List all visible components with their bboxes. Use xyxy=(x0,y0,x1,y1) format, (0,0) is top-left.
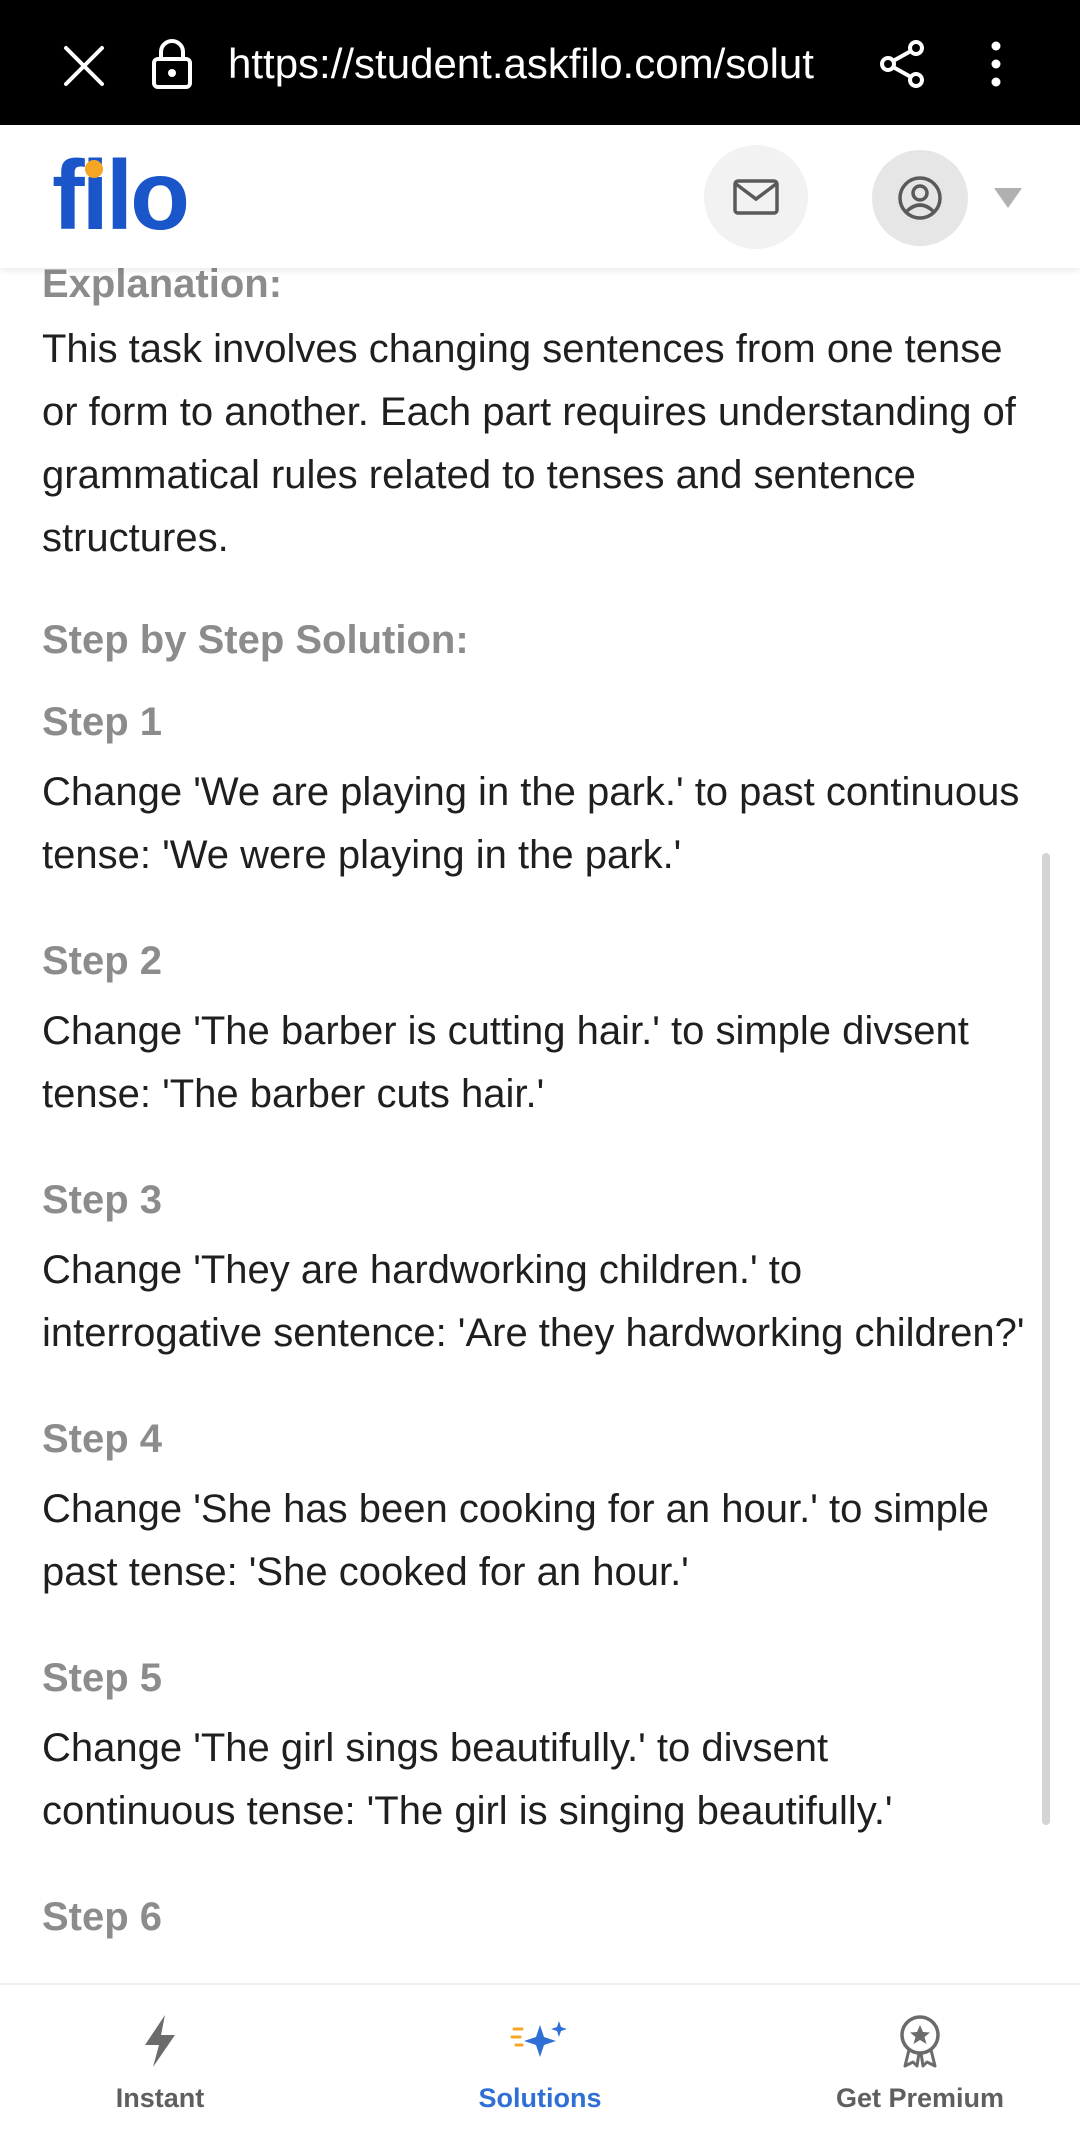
share-icon[interactable] xyxy=(876,38,928,90)
sparkles-icon xyxy=(510,2011,570,2071)
nav-solutions[interactable]: Solutions xyxy=(460,1985,620,2131)
nav-instant[interactable]: Instant xyxy=(80,1985,240,2131)
mail-icon xyxy=(733,179,779,215)
logo-lo: lo xyxy=(105,140,190,250)
filo-logo[interactable]: filo xyxy=(52,145,190,245)
step-label: Step 2 xyxy=(42,939,163,983)
more-vert-icon[interactable] xyxy=(980,38,1012,90)
bottom-nav: Instant Solutions Get Premium xyxy=(0,1983,1080,2131)
award-badge-icon xyxy=(890,2011,950,2071)
step-text: Change 'We are playing in the park.' to … xyxy=(42,770,1020,877)
mail-button[interactable] xyxy=(704,145,808,249)
solution-body: Explanation: This task involves changing… xyxy=(42,268,1032,1983)
step-label: Step 5 xyxy=(42,1656,163,1700)
step-item: Step 5 Change 'The girl sings beautifull… xyxy=(42,1652,1032,1843)
step-label: Step 1 xyxy=(42,700,163,744)
step-item: Step 6 xyxy=(42,1891,1032,1943)
step-item: Step 1 Change 'We are playing in the par… xyxy=(42,696,1032,887)
nav-instant-label: Instant xyxy=(115,2083,205,2113)
chevron-down-icon[interactable] xyxy=(994,188,1022,208)
step-text: Change 'The barber is cutting hair.' to … xyxy=(42,1009,969,1116)
steps-heading: Step by Step Solution: xyxy=(42,618,469,662)
step-item: Step 2 Change 'The barber is cutting hai… xyxy=(42,935,1032,1126)
nav-solutions-label: Solutions xyxy=(478,2083,602,2113)
user-icon xyxy=(898,176,942,220)
solution-content[interactable]: Explanation: This task involves changing… xyxy=(0,268,1080,1983)
logo-f: f xyxy=(52,140,85,250)
step-text: Change 'The girl sings beautifully.' to … xyxy=(42,1726,893,1833)
step-label: Step 3 xyxy=(42,1178,163,1222)
lock-icon[interactable] xyxy=(150,37,194,91)
step-item: Step 3 Change 'They are hardworking chil… xyxy=(42,1174,1032,1365)
app-header: filo xyxy=(0,125,1080,268)
nav-premium[interactable]: Get Premium xyxy=(820,1985,1020,2131)
lightning-icon xyxy=(130,2011,190,2071)
close-icon[interactable] xyxy=(58,40,110,92)
explanation-text: This task involves changing sentences fr… xyxy=(42,327,1016,560)
step-text: Change 'They are hardworking children.' … xyxy=(42,1248,1025,1355)
nav-premium-label: Get Premium xyxy=(835,2083,1005,2113)
step-label: Step 4 xyxy=(42,1417,163,1461)
logo-i: i xyxy=(81,140,109,250)
url-field[interactable]: https://student.askfilo.com/solut xyxy=(228,36,840,92)
step-label: Step 6 xyxy=(42,1895,163,1939)
explanation-label: Explanation: xyxy=(42,268,283,306)
step-item: Step 4 Change 'She has been cooking for … xyxy=(42,1413,1032,1604)
browser-toolbar: https://student.askfilo.com/solut xyxy=(0,0,1080,125)
profile-button[interactable] xyxy=(872,150,968,246)
step-text: Change 'She has been cooking for an hour… xyxy=(42,1487,990,1594)
scrollbar[interactable] xyxy=(1042,853,1050,1825)
